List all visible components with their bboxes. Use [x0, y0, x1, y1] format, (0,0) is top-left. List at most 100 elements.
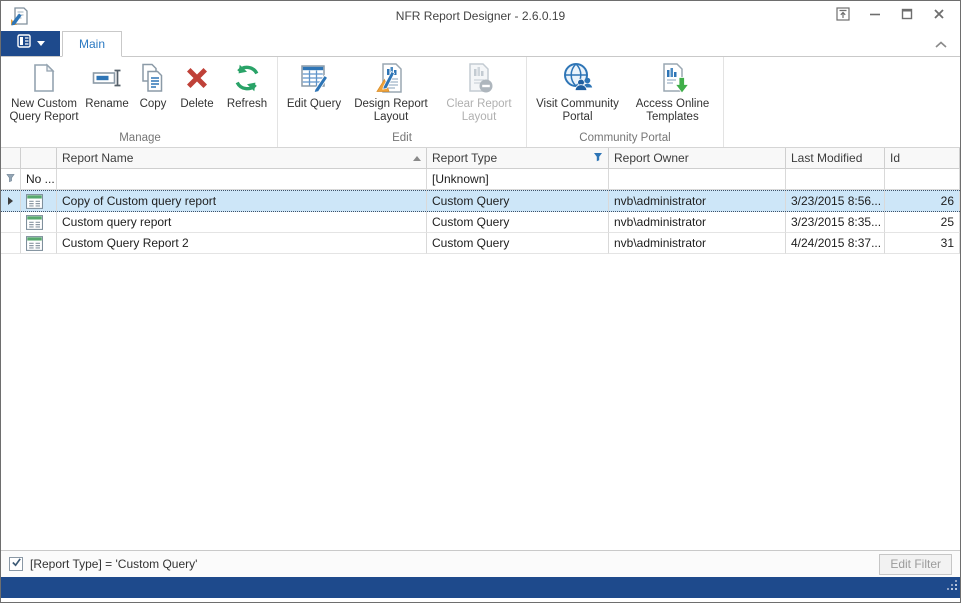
chevron-up-icon — [935, 36, 947, 54]
refresh-icon — [230, 61, 264, 95]
edit-query-icon — [297, 61, 331, 95]
table-row[interactable]: Copy of Custom query report Custom Query… — [1, 190, 960, 212]
cell-id: 26 — [885, 191, 960, 211]
button-label: Design Report Layout — [347, 98, 435, 124]
column-header-report-type[interactable]: Report Type — [427, 148, 609, 169]
cell-id: 25 — [885, 212, 960, 233]
clear-report-layout-button[interactable]: Clear Report Layout — [435, 57, 523, 124]
design-report-layout-button[interactable]: Design Report Layout — [347, 57, 435, 124]
column-label: Report Name — [62, 148, 133, 168]
filter-cell-report-type[interactable]: [Unknown] — [427, 169, 609, 190]
tab-main[interactable]: Main — [62, 31, 122, 57]
application-menu-button[interactable] — [1, 31, 60, 56]
cell-report-owner: nvb\administrator — [609, 233, 786, 254]
ribbon-group-community-portal: Visit Community Portal Access Online Tem… — [527, 57, 724, 147]
minimize-icon — [869, 7, 881, 25]
button-label: Clear Report Layout — [435, 98, 523, 124]
edit-filter-button[interactable]: Edit Filter — [879, 554, 952, 575]
cell-report-owner: nvb\administrator — [609, 191, 786, 211]
button-label: New Custom Query Report — [6, 98, 82, 124]
button-label: Copy — [140, 98, 167, 111]
column-label: Report Type — [432, 148, 497, 168]
header-icon-cell — [21, 148, 57, 169]
filter-enabled-checkbox[interactable] — [9, 557, 23, 571]
group-caption-manage: Manage — [6, 131, 274, 147]
rename-button[interactable]: Rename — [82, 57, 132, 123]
tab-main-label: Main — [79, 37, 105, 51]
refresh-button[interactable]: Refresh — [220, 57, 274, 123]
cell-last-modified: 4/24/2015 8:37... — [786, 233, 885, 254]
delete-button[interactable]: Delete — [174, 57, 220, 123]
delete-x-icon — [180, 61, 214, 95]
maximize-button[interactable] — [894, 6, 920, 26]
filter-funnel-icon[interactable] — [593, 148, 603, 168]
minimize-button[interactable] — [862, 6, 888, 26]
column-header-report-owner[interactable]: Report Owner — [609, 148, 786, 169]
ribbon: New Custom Query Report Rename Copy — [1, 57, 960, 148]
button-label: Edit Query — [287, 98, 341, 111]
column-label: Id — [890, 148, 900, 168]
ribbon-group-edit: Edit Query Design Report Layout Clear Re… — [278, 57, 527, 147]
cell-report-type: Custom Query — [427, 191, 609, 211]
column-header-last-modified[interactable]: Last Modified — [786, 148, 885, 169]
grid-empty-area — [1, 254, 960, 550]
button-label: Visit Community Portal — [530, 98, 625, 124]
visit-community-portal-button[interactable]: Visit Community Portal — [530, 57, 625, 124]
title-bar: NFR Report Designer - 2.6.0.19 — [1, 1, 960, 31]
filter-cell-report-owner[interactable] — [609, 169, 786, 190]
column-header-report-name[interactable]: Report Name — [57, 148, 427, 169]
sort-ascending-icon — [413, 156, 421, 161]
ribbon-pin-icon — [836, 7, 850, 26]
cell-report-type: Custom Query — [427, 233, 609, 254]
rename-icon — [90, 61, 124, 95]
ribbon-pin-button[interactable] — [830, 6, 856, 26]
access-online-templates-button[interactable]: Access Online Templates — [625, 57, 720, 124]
ribbon-tab-row: Main — [1, 31, 960, 57]
reports-grid: Report Name Report Type Report Owner Las… — [1, 148, 960, 550]
row-indicator-cell — [1, 212, 21, 233]
resize-grip[interactable] — [947, 578, 958, 596]
table-row[interactable]: Custom query report Custom Query nvb\adm… — [1, 212, 960, 233]
button-label: Rename — [85, 98, 128, 111]
app-menu-icon — [17, 34, 33, 53]
clear-report-layout-icon — [462, 61, 496, 95]
window-controls — [830, 6, 952, 26]
column-header-id[interactable]: Id — [885, 148, 960, 169]
close-button[interactable] — [926, 6, 952, 26]
check-icon — [11, 555, 22, 573]
filter-expression[interactable]: [Report Type] = 'Custom Query' — [30, 557, 197, 571]
filter-cell-id[interactable] — [885, 169, 960, 190]
row-indicator-cell — [1, 233, 21, 254]
status-bar — [1, 577, 960, 598]
filter-row-indicator-cell — [1, 169, 21, 190]
cell-report-name: Custom query report — [57, 212, 427, 233]
cell-last-modified: 3/23/2015 8:35... — [786, 212, 885, 233]
group-caption-edit: Edit — [281, 131, 523, 147]
window-title: NFR Report Designer - 2.6.0.19 — [1, 9, 960, 23]
filter-cell-report-name[interactable] — [57, 169, 427, 190]
current-row-arrow-icon — [8, 197, 13, 205]
copy-button[interactable]: Copy — [132, 57, 174, 123]
close-icon — [933, 7, 945, 25]
community-portal-icon — [561, 61, 595, 95]
column-label: Report Owner — [614, 148, 689, 168]
filter-cell-icon-column[interactable]: No ... — [21, 169, 57, 190]
design-report-layout-icon — [374, 61, 408, 95]
cell-last-modified: 3/23/2015 8:56... — [786, 191, 885, 211]
grid-auto-filter-row: No ... [Unknown] — [1, 169, 960, 190]
edit-query-button[interactable]: Edit Query — [281, 57, 347, 123]
cell-report-name: Copy of Custom query report — [57, 191, 427, 211]
filter-cell-last-modified[interactable] — [786, 169, 885, 190]
table-row[interactable]: Custom Query Report 2 Custom Query nvb\a… — [1, 233, 960, 254]
cell-report-name: Custom Query Report 2 — [57, 233, 427, 254]
online-templates-icon — [656, 61, 690, 95]
button-label: Refresh — [227, 98, 267, 111]
app-window: NFR Report Designer - 2.6.0.19 Main — [0, 0, 961, 603]
maximize-icon — [901, 7, 913, 25]
new-custom-query-report-button[interactable]: New Custom Query Report — [6, 57, 82, 124]
collapse-ribbon-button[interactable] — [932, 37, 950, 53]
group-caption-community-portal: Community Portal — [530, 131, 720, 147]
cell-id: 31 — [885, 233, 960, 254]
cell-report-owner: nvb\administrator — [609, 212, 786, 233]
ribbon-group-manage: New Custom Query Report Rename Copy — [3, 57, 278, 147]
